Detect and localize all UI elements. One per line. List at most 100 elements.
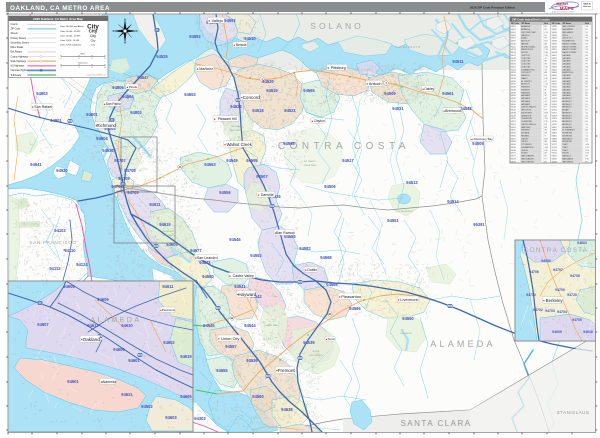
svg-text:LOS VAQUEROS: LOS VAQUEROS	[395, 210, 413, 213]
svg-text:TRACY: TRACY	[562, 143, 569, 146]
svg-text:MORAGA: MORAGA	[521, 132, 530, 135]
svg-text:94519: 94519	[266, 88, 278, 93]
svg-text:ZIP Name: ZIP Name	[563, 23, 572, 25]
svg-text:Cities 4,999 and Below: Cities 4,999 and Below	[60, 44, 82, 47]
svg-text:94551: 94551	[387, 218, 399, 223]
svg-text:94707: 94707	[114, 158, 126, 163]
svg-text:Oakland: Oakland	[83, 337, 101, 342]
svg-text:SUNOL: SUNOL	[312, 351, 320, 353]
svg-text:94507: 94507	[256, 174, 268, 179]
svg-text:94577: 94577	[190, 248, 202, 253]
svg-text:94702: 94702	[533, 308, 543, 312]
svg-text:94704: 94704	[557, 310, 567, 314]
svg-text:Cities 25,000 - 49,999: Cities 25,000 - 49,999	[60, 34, 81, 37]
svg-text:94541: 94541	[234, 284, 246, 289]
svg-text:SAN RAMON: SAN RAMON	[562, 157, 574, 160]
svg-text:Streets: Streets	[11, 32, 19, 35]
svg-text:94548: 94548	[460, 106, 472, 111]
svg-text:BENICIA: BENICIA	[521, 42, 529, 45]
svg-text:DANVILLE: DANVILLE	[562, 155, 571, 158]
svg-text:OAKLAND: OAKLAND	[562, 83, 571, 86]
svg-text:94710: 94710	[526, 293, 536, 297]
svg-text:BETHEL ISLAND: BETHEL ISLAND	[521, 45, 536, 48]
svg-text:94560: 94560	[252, 394, 264, 399]
svg-text:OAKLAND: OAKLAND	[562, 86, 571, 89]
svg-text:94720: 94720	[567, 293, 577, 297]
svg-text:EL SOBRANTE: EL SOBRANTE	[562, 129, 575, 132]
svg-text:94607: 94607	[37, 322, 49, 327]
svg-text:PLEASANTON: PLEASANTON	[521, 146, 534, 149]
svg-text:TRACY: TRACY	[562, 146, 569, 149]
svg-text:Primary Streets: Primary Streets	[11, 37, 27, 40]
svg-text:Pinole: Pinole	[129, 85, 138, 89]
svg-text:94531: 94531	[392, 106, 404, 111]
svg-text:94707: 94707	[553, 268, 563, 272]
svg-text:94582: 94582	[299, 246, 311, 251]
svg-text:94608: 94608	[63, 284, 75, 289]
svg-text:Minor Roads: Minor Roads	[11, 46, 25, 49]
svg-text:Pleasant Hill: Pleasant Hill	[218, 117, 237, 121]
svg-text:Concord: Concord	[243, 95, 261, 100]
svg-text:ALBANY: ALBANY	[562, 109, 570, 112]
svg-text:94591: 94591	[224, 18, 236, 23]
svg-text:Sunol: Sunol	[328, 337, 336, 341]
svg-text:Clayton: Clayton	[314, 119, 325, 123]
svg-text:WILDERNESS: WILDERNESS	[309, 355, 324, 357]
svg-text:94555: 94555	[216, 368, 228, 373]
svg-text:OAKLEY: OAKLEY	[521, 137, 529, 140]
svg-text:OAKLAND: OAKLAND	[562, 94, 571, 97]
svg-text:A7: A7	[545, 152, 547, 155]
svg-text:PLEASANT HILL: PLEASANT HILL	[521, 68, 535, 71]
svg-text:94619: 94619	[180, 354, 192, 359]
svg-text:Discovery Bay: Discovery Bay	[474, 137, 494, 141]
svg-text:SAN LEANDRO: SAN LEANDRO	[521, 160, 534, 163]
svg-text:94579: 94579	[511, 161, 516, 163]
svg-text:94510: 94510	[244, 36, 256, 41]
svg-text:OAKLAND: OAKLAND	[562, 65, 571, 68]
svg-text:ANTIOCH: ANTIOCH	[521, 83, 530, 86]
svg-text:SAN LEANDRO: SAN LEANDRO	[521, 155, 534, 158]
svg-text:WALNUT CREEK: WALNUT CREEK	[562, 45, 577, 48]
svg-text:Walnut Creek: Walnut Creek	[227, 142, 253, 147]
svg-text:94520: 94520	[262, 79, 274, 84]
svg-text:94583: 94583	[552, 161, 557, 163]
svg-text:CLAYTON: CLAYTON	[521, 54, 530, 57]
svg-text:CONTRA COSTA: CONTRA COSTA	[278, 141, 410, 152]
svg-text:94803: 94803	[130, 110, 142, 115]
svg-text:580: 580	[448, 304, 453, 308]
svg-text:SACRAMENTO: SACRAMENTO	[395, 45, 420, 49]
svg-text:94587: 94587	[225, 344, 237, 349]
svg-text:State Highways: State Highways	[11, 60, 28, 63]
svg-text:94506: 94506	[324, 184, 336, 189]
svg-text:2026 ZIP Code Premium Edition: 2026 ZIP Code Premium Edition	[470, 6, 515, 10]
svg-text:94705: 94705	[572, 318, 582, 322]
svg-text:HAYWARD: HAYWARD	[521, 100, 531, 103]
svg-text:OAKLAND: OAKLAND	[562, 54, 571, 57]
svg-text:DANVILLE: DANVILLE	[521, 34, 530, 37]
svg-text:SAN RAMON: SAN RAMON	[562, 31, 574, 34]
svg-text:94708: 94708	[570, 274, 580, 278]
svg-text:94709: 94709	[555, 288, 565, 292]
svg-text:94303: 94303	[194, 416, 206, 421]
svg-text:94505: 94505	[472, 141, 484, 146]
svg-text:LAFAYETTE: LAFAYETTE	[521, 114, 532, 117]
svg-text:ANTIOCH: ANTIOCH	[521, 40, 530, 43]
svg-text:OAKLAND: OAKLAND	[562, 57, 571, 60]
svg-text:SAN FRANCISCO: SAN FRANCISCO	[29, 240, 76, 246]
svg-text:DISCOVERY BAY: DISCOVERY BAY	[521, 31, 536, 34]
svg-text:94806: 94806	[112, 85, 124, 90]
svg-text:Cities 5,000 - 24,999: Cities 5,000 - 24,999	[60, 39, 80, 42]
svg-text:DANVILLE: DANVILLE	[521, 74, 530, 77]
svg-text:OAKLAND: OAKLAND	[562, 88, 571, 91]
svg-text:94702: 94702	[111, 184, 123, 189]
svg-text:Kilometers: Kilometers	[78, 61, 87, 64]
svg-text:Dublin: Dublin	[307, 268, 317, 272]
svg-text:94606: 94606	[113, 347, 125, 352]
svg-text:94564: 94564	[122, 94, 134, 99]
svg-text:San Pablo: San Pablo	[106, 102, 121, 106]
svg-text:94523: 94523	[230, 104, 242, 109]
svg-text:4: 4	[79, 58, 80, 60]
svg-text:94920: 94920	[56, 168, 68, 173]
svg-text:OAKLAND: OAKLAND	[562, 63, 571, 66]
svg-text:94509: 94509	[384, 91, 396, 96]
